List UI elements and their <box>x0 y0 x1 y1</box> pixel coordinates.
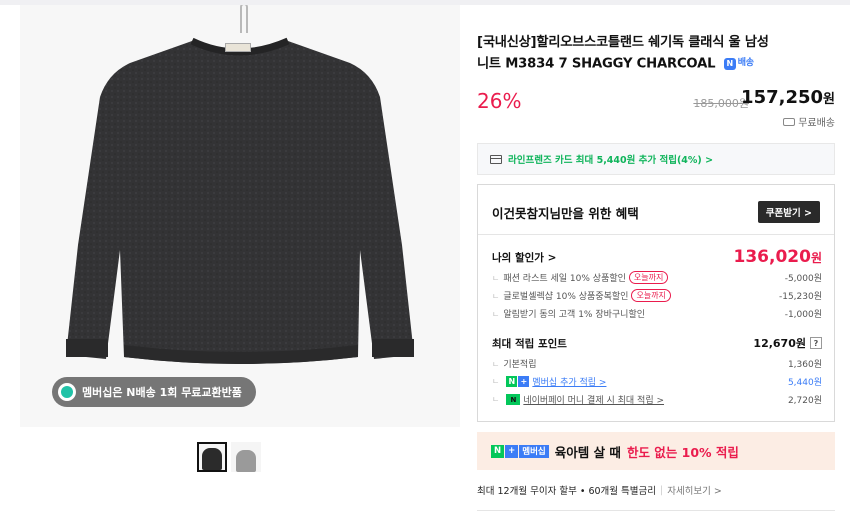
promo-highlight: 한도 없는 10% 적립 <box>626 444 739 460</box>
discount-item-label: 패션 라스트 세일 10% 상품할인 <box>492 271 626 284</box>
my-discount-price: 136,020원 <box>734 247 822 267</box>
final-price: 157,250원 <box>741 87 835 108</box>
points-total: 12,670원 ? <box>753 335 822 351</box>
thumbnail-sweater-gray <box>236 450 256 472</box>
my-discount-price-value: 136,020 <box>733 247 811 267</box>
promo-banner[interactable]: N + 멤버십 육아템 살 때 한도 없는 10% 적립 <box>477 432 835 470</box>
my-discount-label: 나의 할인가 > <box>492 251 557 264</box>
product-title: [국내신상]할리오브스코틀랜드 쉐기독 클래식 울 남성 니트 M3834 7 … <box>477 32 837 75</box>
thumbnail-sweater-dark <box>202 448 222 470</box>
naverpay-points-link[interactable]: 네이버페이 머니 결제 시 최대 적립 > <box>523 393 664 406</box>
membership-icon <box>58 383 76 401</box>
thumbnail-1[interactable] <box>197 442 227 472</box>
discount-item-amount: -15,230원 <box>778 292 822 302</box>
membership-points-link[interactable]: 멤버십 추가 적립 > <box>532 375 606 388</box>
n-delivery-icon: N <box>723 57 736 70</box>
details-link[interactable]: 자세히보기 > <box>667 483 722 497</box>
credit-card-icon <box>490 154 502 164</box>
shipping-info: 무료배송 <box>783 114 835 129</box>
product-title-line2: 니트 M3834 7 SHAGGY CHARCOAL <box>477 56 716 72</box>
discount-item-amount: -5,000원 <box>784 274 822 284</box>
divider-line <box>477 510 835 511</box>
membership-tags: N + 멤버십 <box>491 444 549 458</box>
divider: | <box>660 484 664 496</box>
benefit-box: 이건못참지님만을 위한 혜택 쿠폰받기 > 나의 할인가 > 136,020원 … <box>477 184 835 422</box>
discount-item: 패션 라스트 세일 10% 상품할인오늘까지 -5,000원 <box>492 271 822 284</box>
points-label: 최대 적립 포인트 <box>492 337 567 350</box>
truck-icon <box>783 117 796 126</box>
discount-item-label: 알림받기 동의 고객 1% 장바구니할인 <box>492 307 645 320</box>
coupon-button[interactable]: 쿠폰받기 > <box>757 201 820 223</box>
membership-tag: 멤버십 <box>519 444 549 458</box>
help-icon[interactable]: ? <box>810 337 822 349</box>
discount-item: 알림받기 동의 고객 1% 장바구니할인 -1,000원 <box>492 307 822 320</box>
points-item-amount: 1,360원 <box>787 360 822 370</box>
points-item: 기본적립 1,360원 <box>492 357 822 370</box>
discount-item-tag: 오늘까지 <box>631 289 671 302</box>
my-discount-row[interactable]: 나의 할인가 > 136,020원 <box>492 247 822 267</box>
points-item-amount: 5,440원 <box>787 378 822 388</box>
membership-text: 멤버십은 N배송 1회 무료교환반품 <box>82 386 242 399</box>
sweater-image <box>66 37 414 364</box>
card-offer[interactable]: 라인프렌즈 카드 최대 5,440원 추가 적립(4%) > <box>477 143 835 175</box>
thumbnail-2[interactable] <box>231 442 261 472</box>
plus-tag: + <box>505 444 519 458</box>
discount-item: 글로벌셀렉샵 10% 상품중복할인오늘까지 -15,230원 <box>492 289 822 302</box>
points-total-value: 12,670원 <box>753 337 806 350</box>
n-plus-icon: N + <box>506 376 530 387</box>
benefit-header: 이건못참지님만을 위한 혜택 쿠폰받기 > <box>478 185 834 235</box>
final-price-currency: 원 <box>823 92 835 107</box>
points-item-label: 기본적립 <box>492 357 536 370</box>
points-item-amount: 2,720원 <box>787 396 822 406</box>
naverpay-icon: N <box>506 394 521 405</box>
discount-item-amount: -1,000원 <box>784 310 822 320</box>
points-row: 최대 적립 포인트 12,670원 ? <box>492 335 822 351</box>
shipping-text: 무료배송 <box>798 118 835 129</box>
discount-item-tag: 오늘까지 <box>628 271 669 284</box>
promo-text: 육아템 살 때 <box>554 444 621 460</box>
product-image[interactable]: 멤버십은 N배송 1회 무료교환반품 <box>20 5 460 427</box>
points-item[interactable]: N네이버페이 머니 결제 시 최대 적립 > 2,720원 <box>492 393 822 406</box>
points-item[interactable]: N+멤버십 추가 적립 > 5,440원 <box>492 375 822 388</box>
product-title-line1: [국내신상]할리오브스코틀랜드 쉐기독 클래식 울 남성 <box>477 35 769 50</box>
card-offer-text: 라인프렌즈 카드 최대 5,440원 추가 적립(4%) > <box>508 155 714 166</box>
benefit-title: 이건못참지님만을 위한 혜택 <box>492 206 639 221</box>
installment-text: 최대 12개월 무이자 할부 • 60개월 특별금리 <box>477 486 656 497</box>
discount-rate: 26% <box>477 89 522 113</box>
npay-delivery-badge: N 배송 <box>723 53 754 74</box>
npay-badge-label: 배송 <box>737 58 754 68</box>
thumbnail-list <box>197 442 261 472</box>
installment-info: 최대 12개월 무이자 할부 • 60개월 특별금리 | 자세히보기 > <box>477 483 722 498</box>
brand-label <box>225 43 251 52</box>
final-price-value: 157,250 <box>741 87 824 108</box>
my-discount-currency: 원 <box>810 251 822 265</box>
membership-pill: 멤버십은 N배송 1회 무료교환반품 <box>52 377 256 407</box>
discount-item-label: 글로벌셀렉샵 10% 상품중복할인 <box>492 289 628 302</box>
n-tag: N <box>491 444 505 458</box>
